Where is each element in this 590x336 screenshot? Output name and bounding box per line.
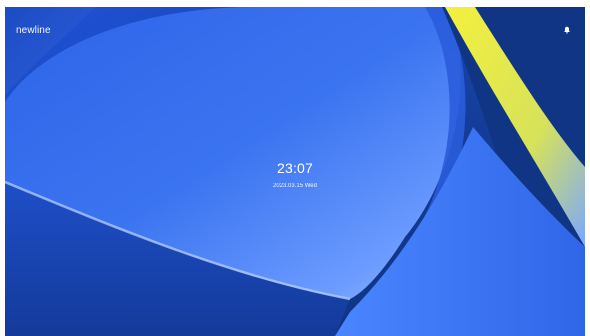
notification-button[interactable] bbox=[560, 23, 574, 37]
brand-logo: newline bbox=[16, 25, 51, 36]
clock-time: 23:07 bbox=[276, 160, 314, 176]
bell-icon bbox=[564, 26, 570, 34]
lock-screen: newline 23:07 2023.03.15 Wed bbox=[5, 7, 585, 336]
clock-date: 2023.03.15 Wed bbox=[273, 183, 317, 189]
clock-widget: 23:07 2023.03.15 Wed bbox=[195, 160, 395, 190]
